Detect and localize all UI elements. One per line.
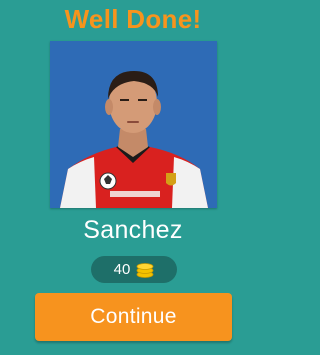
coins-counter: 40 — [91, 256, 177, 283]
continue-button[interactable]: Continue — [35, 293, 232, 341]
player-name: Sanchez — [83, 216, 183, 244]
coin-stack-icon — [136, 262, 154, 278]
coins-value: 40 — [113, 261, 131, 278]
page-title: Well Done! — [64, 4, 202, 34]
continue-button-label: Continue — [90, 305, 177, 328]
player-photo — [50, 41, 217, 208]
